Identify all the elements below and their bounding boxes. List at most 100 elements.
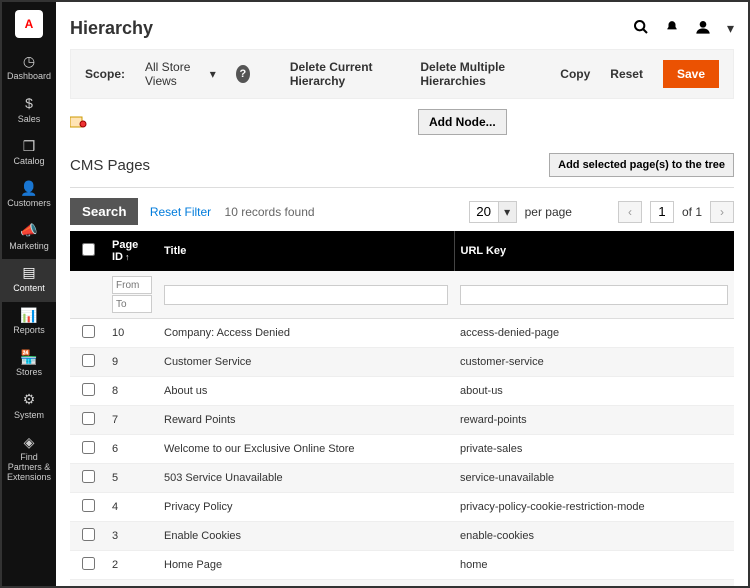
catalog-icon: ❒ — [4, 139, 54, 154]
section-header: CMS Pages Add selected page(s) to the tr… — [70, 149, 734, 185]
page-number-input[interactable] — [650, 201, 674, 223]
per-page-dropdown[interactable]: ▾ — [499, 201, 517, 223]
grid-body: 10Company: Access Deniedaccess-denied-pa… — [70, 319, 734, 587]
row-title: Privacy Policy — [158, 493, 454, 522]
nav-label: Catalog — [4, 157, 54, 167]
row-checkbox[interactable] — [82, 325, 95, 338]
nav-customers[interactable]: 👤 Customers — [2, 175, 56, 217]
delete-current-button[interactable]: Delete Current Hierarchy — [290, 60, 401, 88]
records-found: 10 records found — [225, 205, 315, 219]
table-row[interactable]: 8About usabout-us — [70, 377, 734, 406]
reset-filter-link[interactable]: Reset Filter — [150, 205, 211, 219]
system-icon: ⚙ — [4, 392, 54, 407]
table-row[interactable]: 5503 Service Unavailableservice-unavaila… — [70, 464, 734, 493]
row-checkbox[interactable] — [82, 412, 95, 425]
scope-label: Scope: — [85, 67, 125, 81]
user-menu-caret[interactable]: ▾ — [727, 20, 734, 37]
row-page-id: 4 — [106, 493, 158, 522]
col-page-id[interactable]: Page ID↑ — [106, 231, 158, 271]
nav-content[interactable]: ▤Content — [2, 259, 56, 301]
filter-id-to[interactable] — [112, 295, 152, 313]
nav-partners[interactable]: ◈Find Partners & Extensions — [2, 429, 56, 491]
row-url-key: private-sales — [454, 435, 734, 464]
admin-sidebar: A ◷Dashboard $Sales ❒Catalog 👤Customers … — [2, 2, 56, 586]
sales-icon: $ — [4, 96, 54, 111]
next-page-button[interactable]: › — [710, 201, 734, 223]
table-row[interactable]: 6Welcome to our Exclusive Online Storepr… — [70, 435, 734, 464]
col-title[interactable]: Title — [158, 231, 454, 271]
row-page-id: 6 — [106, 435, 158, 464]
prev-page-button[interactable]: ‹ — [618, 201, 642, 223]
row-checkbox[interactable] — [82, 499, 95, 512]
nav-catalog[interactable]: ❒ Catalog — [2, 133, 56, 175]
row-url-key: about-us — [454, 377, 734, 406]
per-page: ▾ — [469, 201, 517, 223]
search-icon[interactable] — [633, 19, 649, 38]
scope-value: All Store Views — [145, 60, 206, 88]
chevron-down-icon: ▾ — [210, 67, 216, 81]
bell-icon[interactable] — [665, 20, 679, 37]
add-pages-button[interactable]: Add selected page(s) to the tree — [549, 153, 734, 177]
page-title: Hierarchy — [70, 18, 153, 39]
row-checkbox[interactable] — [82, 383, 95, 396]
marketing-icon: 📣 — [4, 223, 54, 238]
nav-system[interactable]: ⚙ System — [2, 386, 56, 428]
row-page-id: 3 — [106, 522, 158, 551]
table-row[interactable]: 4Privacy Policyprivacy-policy-cookie-res… — [70, 493, 734, 522]
per-page-input[interactable] — [469, 201, 499, 223]
row-checkbox[interactable] — [82, 557, 95, 570]
nav-sales[interactable]: $ Sales — [2, 90, 56, 132]
nav-label: Content — [4, 284, 54, 294]
select-all-checkbox[interactable] — [82, 243, 95, 256]
add-node-button[interactable]: Add Node... — [418, 109, 507, 135]
search-button[interactable]: Search — [70, 198, 138, 225]
table-row[interactable]: 7Reward Pointsreward-points — [70, 406, 734, 435]
filter-url-key[interactable] — [460, 285, 728, 305]
filter-title[interactable] — [164, 285, 448, 305]
table-row[interactable]: 1404 Not Foundno-route — [70, 580, 734, 587]
nav-label: Find Partners & Extensions — [4, 453, 54, 483]
page-header: Hierarchy ▾ — [70, 10, 734, 49]
copy-button[interactable]: Copy — [560, 67, 590, 81]
nav-stores[interactable]: 🏪Stores — [2, 344, 56, 386]
nav-label: System — [4, 411, 54, 421]
row-title: Home Page — [158, 551, 454, 580]
row-url-key: no-route — [454, 580, 734, 587]
row-url-key: home — [454, 551, 734, 580]
reset-button[interactable]: Reset — [610, 67, 643, 81]
filter-id-from[interactable] — [112, 276, 152, 294]
nav-label: Dashboard — [4, 72, 54, 82]
tree-toolbar: Add Node... — [70, 99, 734, 149]
row-checkbox[interactable] — [82, 470, 95, 483]
table-row[interactable]: 10Company: Access Deniedaccess-denied-pa… — [70, 319, 734, 348]
sort-asc-icon: ↑ — [125, 252, 130, 262]
nav-label: Marketing — [4, 242, 54, 252]
nav-label: Sales — [4, 115, 54, 125]
table-row[interactable]: 2Home Pagehome — [70, 551, 734, 580]
delete-multiple-button[interactable]: Delete Multiple Hierarchies — [420, 60, 540, 88]
nav-marketing[interactable]: 📣 Marketing — [2, 217, 56, 259]
table-row[interactable]: 3Enable Cookiesenable-cookies — [70, 522, 734, 551]
row-checkbox[interactable] — [82, 528, 95, 541]
nav-label: Customers — [4, 199, 54, 209]
table-row[interactable]: 9Customer Servicecustomer-service — [70, 348, 734, 377]
col-url-key[interactable]: URL Key — [454, 231, 734, 271]
reports-icon: 📊 — [4, 308, 54, 323]
row-title: Customer Service — [158, 348, 454, 377]
row-url-key: privacy-policy-cookie-restriction-mode — [454, 493, 734, 522]
help-icon[interactable]: ? — [236, 65, 250, 83]
tree-expand-icon[interactable] — [70, 115, 88, 129]
row-page-id: 10 — [106, 319, 158, 348]
save-button[interactable]: Save — [663, 60, 719, 88]
nav-label: Reports — [4, 326, 54, 336]
scope-selector[interactable]: All Store Views ▾ — [145, 60, 216, 88]
page-total: of 1 — [682, 205, 702, 219]
nav-dashboard[interactable]: ◷Dashboard — [2, 48, 56, 90]
nav-reports[interactable]: 📊 Reports — [2, 302, 56, 344]
row-page-id: 8 — [106, 377, 158, 406]
row-checkbox[interactable] — [82, 441, 95, 454]
row-checkbox[interactable] — [82, 354, 95, 367]
customers-icon: 👤 — [4, 181, 54, 196]
user-icon[interactable] — [695, 19, 711, 38]
row-title: Reward Points — [158, 406, 454, 435]
